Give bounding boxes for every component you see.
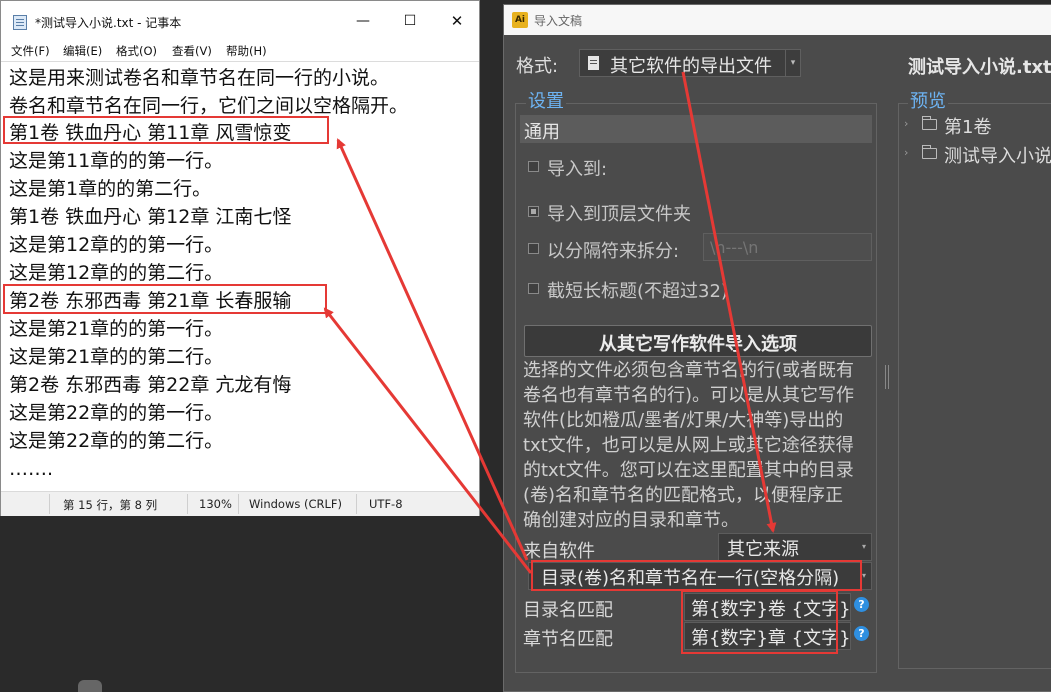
- description-line: txt文件，也可以是从网上或其它途径获得: [523, 435, 854, 456]
- status-divider: [238, 494, 239, 514]
- notepad-statusbar: 第 15 行，第 8 列 130% Windows (CRLF) UTF-8: [1, 491, 479, 516]
- status-position: 第 15 行，第 8 列: [63, 498, 158, 512]
- splitter-handle[interactable]: [885, 365, 889, 389]
- annotation-box-match-patterns: [681, 590, 838, 654]
- expand-arrow-icon[interactable]: ›: [904, 117, 908, 130]
- checkbox-label: 以分隔符来拆分:: [547, 241, 680, 262]
- annotation-box-volume2: [3, 284, 327, 314]
- maximize-button[interactable]: ☐: [390, 7, 430, 35]
- checkbox-label: 导入到:: [547, 159, 608, 180]
- checkbox-label: 导入到顶层文件夹: [547, 204, 691, 225]
- checkbox[interactable]: [528, 243, 539, 254]
- format-select[interactable]: 其它软件的导出文件 ▾: [579, 49, 801, 77]
- dialog-title: 导入文稿: [534, 14, 583, 28]
- notepad-window: *测试导入小说.txt - 记事本 — ☐ ✕ 文件(F) 编辑(E) 格式(O…: [0, 0, 480, 516]
- description-line: 的txt文件。您可以在这里配置其中的目录: [523, 460, 854, 481]
- text-line: 第2卷 东邪西毒 第22章 亢龙有悔: [9, 374, 292, 396]
- text-line: 这是第22章的的第二行。: [9, 430, 224, 452]
- notepad-icon: [13, 15, 27, 30]
- tree-item-label: 第1卷: [944, 117, 992, 138]
- document-icon: [588, 56, 599, 70]
- description-line: 选择的文件必须包含章节名的行(或者既有: [523, 360, 855, 381]
- tree-item-label: 测试导入小说: [944, 146, 1051, 167]
- text-line: 这是用来测试卷名和章节名在同一行的小说。: [9, 67, 390, 89]
- menu-edit[interactable]: 编辑(E): [63, 43, 102, 59]
- menu-view[interactable]: 查看(V): [172, 43, 212, 59]
- general-section-header[interactable]: 通用: [520, 115, 872, 143]
- help-icon[interactable]: ?: [854, 597, 869, 612]
- volume-match-label: 目录名匹配: [523, 600, 613, 621]
- text-line: …….: [9, 458, 54, 480]
- preview-file-title: 测试导入小说.txt: [908, 57, 1051, 78]
- text-line: 这是第21章的的第一行。: [9, 318, 224, 340]
- dropdown-arrow-icon: ▾: [785, 50, 800, 76]
- text-line: 这是第12章的的第二行。: [9, 262, 224, 284]
- format-label: 格式:: [516, 56, 559, 77]
- status-zoom: 130%: [199, 497, 232, 511]
- close-button[interactable]: ✕: [437, 7, 477, 35]
- format-value: 其它软件的导出文件: [610, 56, 772, 77]
- preview-legend: 预览: [908, 87, 948, 113]
- annotation-box-volume1: [3, 116, 329, 144]
- text-line: 这是第11章的的第一行。: [9, 150, 224, 172]
- source-select[interactable]: 其它来源 ▾: [718, 533, 872, 561]
- expand-arrow-icon[interactable]: ›: [904, 146, 908, 159]
- text-line: 这是第21章的的第二行。: [9, 346, 224, 368]
- status-divider: [187, 494, 188, 514]
- status-encoding: UTF-8: [369, 497, 403, 511]
- menu-format[interactable]: 格式(O): [116, 43, 157, 59]
- dialog-titlebar[interactable]: Ai 导入文稿: [504, 5, 1051, 35]
- checkbox[interactable]: [528, 206, 539, 217]
- text-line: 第1卷 铁血丹心 第12章 江南七怪: [9, 206, 292, 228]
- folder-icon: [922, 145, 937, 159]
- folder-icon: [922, 116, 937, 130]
- general-label: 通用: [524, 122, 560, 143]
- notepad-menubar: 文件(F) 编辑(E) 格式(O) 查看(V) 帮助(H): [1, 41, 479, 61]
- description-line: (卷)名和章节名的匹配格式，以便程序正: [523, 485, 844, 506]
- app-icon: Ai: [512, 12, 528, 28]
- notepad-titlebar[interactable]: *测试导入小说.txt - 记事本 — ☐ ✕: [1, 1, 479, 41]
- help-icon[interactable]: ?: [854, 626, 869, 641]
- button-label: 从其它写作软件导入选项: [599, 334, 797, 355]
- description-line: 确创建对应的目录和章节。: [523, 510, 739, 531]
- separator-input[interactable]: [703, 233, 872, 261]
- text-line: 这是第12章的的第一行。: [9, 234, 224, 256]
- status-divider: [356, 494, 357, 514]
- annotation-box-match-mode: [531, 560, 862, 591]
- status-divider: [49, 494, 50, 514]
- settings-legend: 设置: [526, 87, 566, 113]
- description-line: 卷名也有章节名的行)。可以是从其它写作: [523, 385, 855, 406]
- checkbox-label: 截短长标题(不超过32): [547, 281, 728, 302]
- checkbox[interactable]: [528, 161, 539, 172]
- dropdown-arrow-icon: ▾: [861, 542, 866, 551]
- description-line: 软件(比如橙瓜/墨者/灯果/大神等)导出的: [523, 410, 844, 431]
- menu-help[interactable]: 帮助(H): [226, 43, 267, 59]
- notepad-title: *测试导入小说.txt - 记事本: [35, 16, 182, 30]
- preview-group: [898, 103, 1051, 669]
- desktop-background: [78, 680, 102, 692]
- chapter-match-label: 章节名匹配: [523, 629, 613, 650]
- menu-file[interactable]: 文件(F): [11, 43, 50, 59]
- text-line: 这是第22章的的第一行。: [9, 402, 224, 424]
- text-line: 这是第1章的的第二行。: [9, 178, 212, 200]
- status-line-ending: Windows (CRLF): [249, 497, 343, 511]
- checkbox[interactable]: [528, 283, 539, 294]
- other-software-options-button[interactable]: 从其它写作软件导入选项: [524, 325, 872, 357]
- source-value: 其它来源: [727, 539, 799, 560]
- minimize-button[interactable]: —: [343, 7, 383, 35]
